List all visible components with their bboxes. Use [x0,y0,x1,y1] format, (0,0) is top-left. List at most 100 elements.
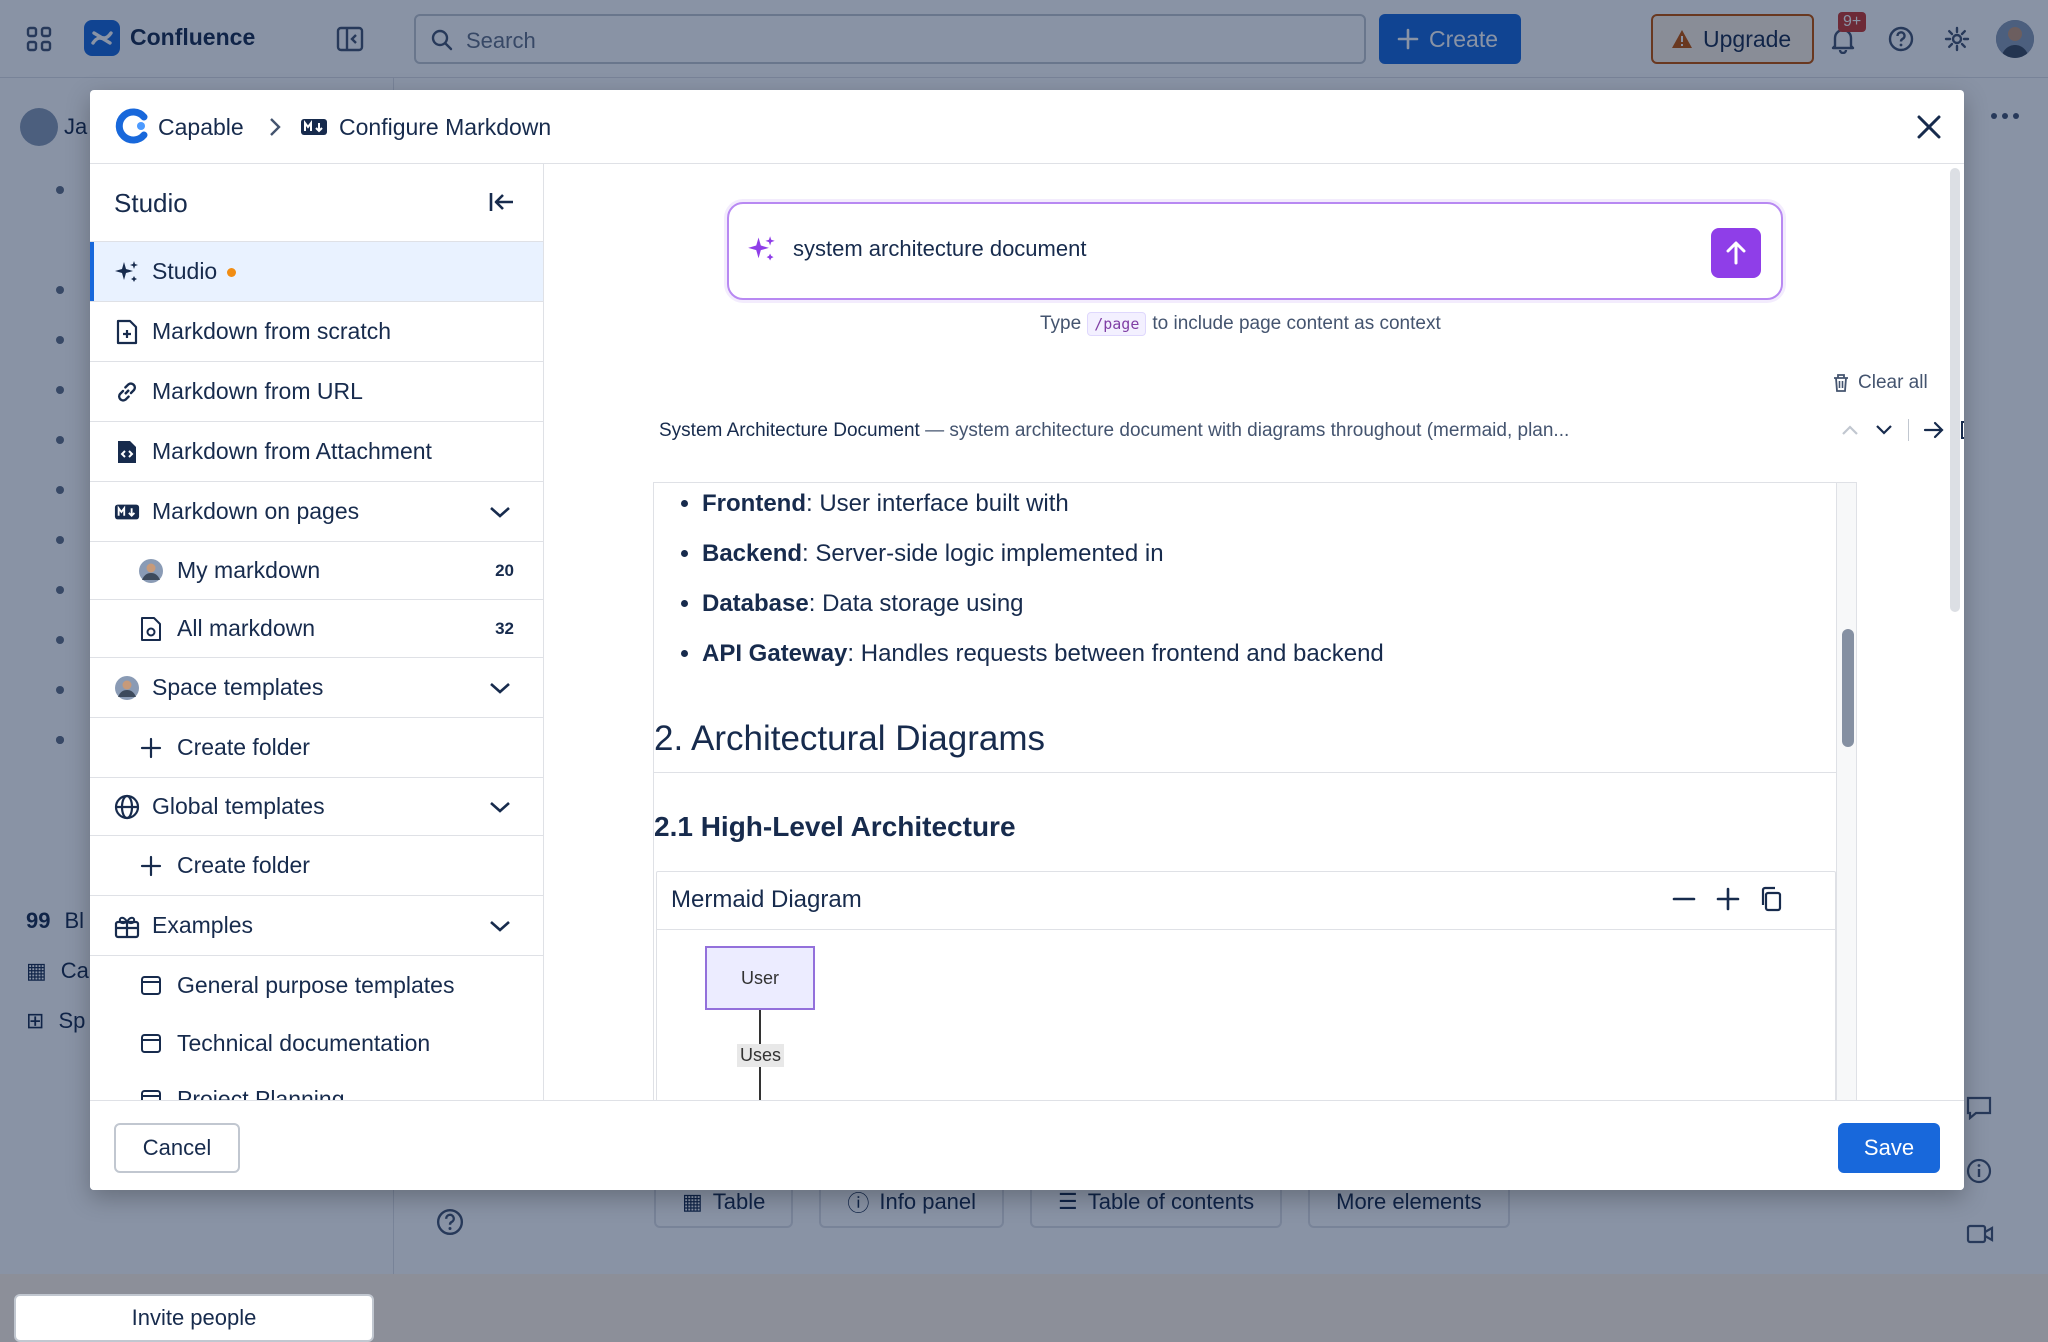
prompt-hint: Type /page to include page content as co… [1040,312,1441,336]
studio-item-markdown-from-attachment[interactable]: Markdown from Attachment [90,422,543,482]
document-icon [138,616,164,642]
document-actions [1840,419,1964,441]
studio-item-label: Create folder [177,734,310,760]
studio-item-global-templates[interactable]: Global templates [90,778,543,836]
globe-icon [114,794,140,820]
send-prompt-button[interactable] [1711,228,1761,278]
calendar-icon [138,1086,164,1100]
markdown-icon [301,119,327,135]
markdown-preview: Frontend: User interface built with Back… [653,482,1857,1100]
breadcrumb-capable[interactable]: Capable [158,114,244,141]
ai-prompt-input[interactable]: system architecture document [727,202,1783,300]
preview-scrollbar-thumb[interactable] [1842,629,1854,747]
studio-item-label: Examples [152,912,253,938]
calendar-icon [138,1030,164,1056]
divider [1908,419,1909,441]
studio-item-all-markdown[interactable]: All markdown 32 [90,600,543,658]
plus-icon [138,735,164,761]
item-count: 32 [495,618,514,638]
section-heading: 2. Architectural Diagrams [654,719,1838,773]
sparkles-icon [114,259,140,285]
chevron-down-icon[interactable] [488,800,512,814]
studio-item-my-markdown[interactable]: My markdown 20 [90,542,543,600]
space-avatar-icon [114,675,140,701]
diagram-header: Mermaid Diagram [657,872,1837,930]
studio-item-label: My markdown [177,557,321,583]
preview-scrollbar[interactable] [1836,483,1856,1100]
save-button[interactable]: Save [1838,1123,1940,1173]
zoom-out-icon[interactable] [1671,886,1697,912]
arrow-up-icon [1726,241,1746,265]
prompt-value: system architecture document [793,236,1087,261]
trash-icon [1834,374,1848,392]
studio-title: Studio [114,188,188,218]
studio-item-examples[interactable]: Examples [90,896,543,956]
studio-item-space-templates[interactable]: Space templates [90,658,543,718]
capable-logo-icon [115,108,148,144]
studio-item-studio[interactable]: Studio [90,242,543,302]
item-count: 20 [495,560,514,580]
plus-icon [138,853,164,879]
component-list: Frontend: User interface built with Back… [654,483,1384,679]
list-item: API Gateway: Handles requests between fr… [702,629,1384,679]
document-subtitle: — system architecture document with diag… [925,420,1570,441]
studio-item-label: Technical documentation [177,1029,431,1056]
studio-item-label: Markdown from scratch [152,318,392,344]
studio-item-label: Markdown on pages [152,498,360,524]
user-avatar-icon [138,558,164,584]
chevron-down-icon[interactable] [488,919,512,933]
studio-item-create-folder-global[interactable]: Create folder [90,836,543,896]
status-dot [227,268,237,278]
studio-item-create-folder-space[interactable]: Create folder [90,718,543,778]
studio-item-label: Studio [152,258,218,284]
studio-item-general-purpose-templates[interactable]: General purpose templates [90,956,543,1014]
invite-people-button[interactable]: Invite people [14,1294,374,1342]
arrow-right-icon[interactable] [1923,421,1945,439]
calendar-icon [138,972,164,998]
sparkles-icon [748,236,775,261]
chevron-down-icon[interactable] [488,681,512,695]
subsection-heading: 2.1 High-Level Architecture [654,811,1016,842]
close-icon[interactable] [1912,110,1946,144]
chevron-right-icon [270,118,281,136]
chevron-up-icon[interactable] [1840,424,1860,436]
studio-item-markdown-from-url[interactable]: Markdown from URL [90,362,543,422]
studio-item-label: Project Planning [177,1085,345,1101]
list-item: Frontend: User interface built with [702,483,1384,529]
zoom-in-icon[interactable] [1715,886,1741,912]
cancel-button[interactable]: Cancel [114,1123,240,1173]
list-item: Backend: Server-side logic implemented i… [702,529,1384,579]
main-scrollbar-thumb[interactable] [1950,168,1960,612]
copy-icon[interactable] [1759,886,1783,912]
studio-sidebar: Studio Studio Markdown from scratch Mark… [90,164,544,1100]
studio-item-markdown-from-scratch[interactable]: Markdown from scratch [90,302,543,362]
studio-main-pane: system architecture document Type /page … [544,164,1964,1100]
diagram-tools [1671,886,1783,912]
gift-box-icon [114,913,140,939]
studio-item-label: Markdown from URL [152,378,363,404]
mermaid-diagram: Mermaid Diagram User Uses [656,871,1837,1100]
studio-item-label: Space templates [152,674,324,700]
studio-item-label: Markdown from Attachment [152,438,432,464]
collapse-sidebar-icon[interactable] [488,190,516,214]
studio-item-label: Global templates [152,793,325,819]
studio-item-label: General purpose templates [177,971,455,998]
studio-item-markdown-on-pages[interactable]: Markdown on pages [90,482,543,542]
diagram-node-user: User [705,946,815,1010]
page-command-code: /page [1087,312,1147,336]
code-file-icon [114,439,140,465]
chevron-down-icon[interactable] [488,505,512,519]
modal-footer: Cancel Save [90,1100,1964,1190]
chevron-down-icon[interactable] [1874,424,1894,436]
studio-header: Studio [90,164,543,242]
studio-item-label: All markdown [177,615,316,641]
studio-item-technical-documentation[interactable]: Technical documentation [90,1014,543,1072]
studio-item-label: Create folder [177,852,310,878]
breadcrumb-configure-markdown: Configure Markdown [339,114,552,140]
list-item: Database: Data storage using [702,579,1384,629]
document-title: System Architecture Document [659,420,920,441]
studio-item-project-planning[interactable]: Project Planning [90,1070,543,1101]
clear-all-button[interactable]: Clear all [1832,372,1928,394]
modal-header: Capable Configure Markdown [90,90,1964,164]
link-icon [114,379,140,405]
